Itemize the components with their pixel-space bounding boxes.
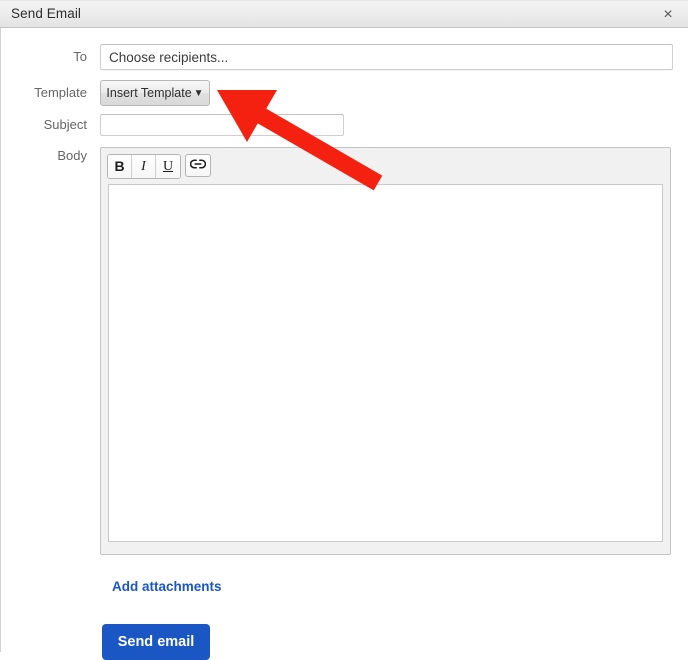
send-email-button[interactable]: Send email <box>102 624 210 660</box>
body-textarea[interactable] <box>108 184 663 542</box>
dialog-titlebar: Send Email × <box>0 0 688 28</box>
bold-button[interactable]: B <box>108 155 132 178</box>
add-attachments-link[interactable]: Add attachments <box>112 579 222 594</box>
chain-link-icon <box>189 158 207 173</box>
template-label: Template <box>34 85 87 100</box>
send-email-dialog: Send Email × To Template Insert Template… <box>0 0 688 660</box>
body-editor: B I U <box>100 147 671 555</box>
dialog-content: To Template Insert Template▼ Subject Bod… <box>0 28 688 660</box>
underline-button[interactable]: U <box>156 155 180 178</box>
close-icon[interactable]: × <box>657 4 679 26</box>
text-format-button-group: B I U <box>107 154 181 179</box>
subject-input[interactable] <box>100 114 344 136</box>
body-label: Body <box>57 148 87 163</box>
to-input[interactable] <box>100 44 673 70</box>
editor-toolbar: B I U <box>101 148 670 185</box>
to-label: To <box>73 49 87 64</box>
link-button[interactable] <box>185 154 211 177</box>
italic-button[interactable]: I <box>132 155 156 178</box>
subject-label: Subject <box>43 117 87 132</box>
dialog-title: Send Email <box>11 6 82 21</box>
insert-template-label: Insert Template <box>106 86 192 100</box>
chevron-down-icon: ▼ <box>193 88 204 99</box>
insert-template-button[interactable]: Insert Template ▼ <box>100 80 210 106</box>
